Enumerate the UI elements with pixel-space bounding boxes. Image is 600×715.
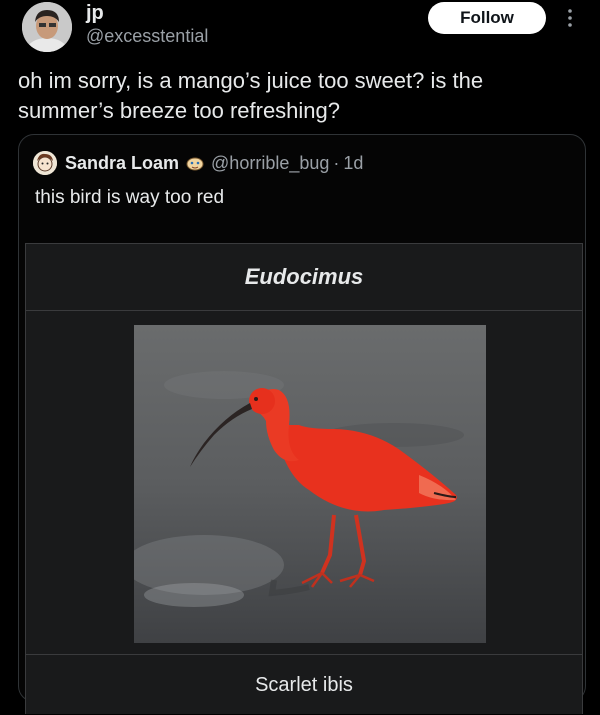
taxobox-caption: Scarlet ibis [255,673,353,696]
more-vertical-icon[interactable] [560,4,580,34]
post-text: oh im sorry, is a mango’s juice too swee… [18,68,484,123]
taxobox-caption-row: Scarlet ibis [26,654,582,715]
post-header: jp @excesstential Follow [0,0,600,60]
taxobox-title-row: Eudocimus [26,244,582,311]
quoted-handle[interactable]: @horrible_bug [211,153,329,174]
quoted-display-name[interactable]: Sandra Loam [65,153,179,174]
quoted-avatar[interactable] [33,151,57,175]
quoted-text: this bird is way too red [35,187,225,208]
separator-dot: · [333,152,340,173]
handle[interactable]: @excesstential [86,26,208,46]
display-name[interactable]: jp [86,2,208,24]
follow-button[interactable]: Follow [428,2,546,34]
quoted-timestamp[interactable]: 1d [343,153,363,174]
taxobox-genus: Eudocimus [244,264,364,289]
scarlet-ibis-photo[interactable] [134,325,486,643]
taxobox-card: Eudocimus Scarlet ibis [25,243,583,714]
quoted-header: Sandra Loam @horrible_bug · 1d [33,151,363,175]
emoji-badge-icon [185,153,205,173]
avatar[interactable] [22,2,72,52]
author-block: jp @excesstential [86,2,208,46]
quoted-post[interactable]: Sandra Loam @horrible_bug · 1d this bird… [18,134,586,714]
